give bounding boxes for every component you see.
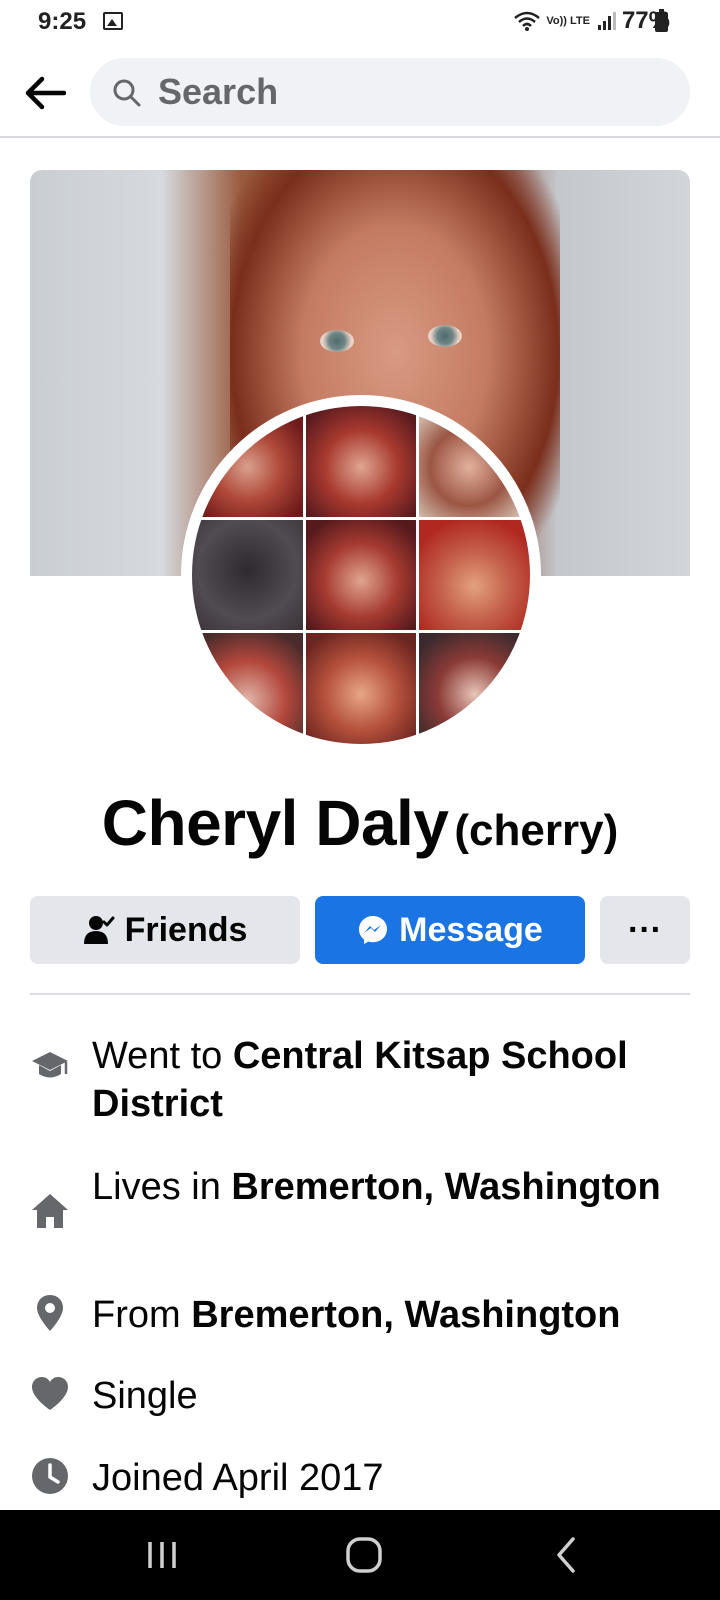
- intro-hometown-place: Bremerton, Washington: [191, 1294, 621, 1336]
- more-options-button[interactable]: ···: [600, 896, 690, 964]
- collage-photo: [419, 633, 530, 744]
- friends-label: Friends: [124, 910, 248, 949]
- heart-icon: [30, 1374, 70, 1414]
- intro-relationship-text: Single: [92, 1372, 692, 1420]
- profile-name: Cheryl Daly (cherry): [0, 786, 720, 860]
- profile-name-main: Cheryl Daly: [101, 787, 449, 859]
- search-input[interactable]: [158, 68, 658, 116]
- search-box[interactable]: [90, 58, 690, 126]
- recent-apps-button[interactable]: [132, 1530, 192, 1580]
- intro-relationship-status: Single: [92, 1375, 198, 1417]
- status-indicators: Vo)) LTE 77%: [514, 6, 670, 36]
- signal-icon: [597, 12, 616, 30]
- collage-photo: [192, 406, 303, 517]
- collage-photo: [192, 633, 303, 744]
- clock-icon: [30, 1456, 70, 1496]
- profile-alternate-name: (cherry): [454, 806, 619, 855]
- message-label: Message: [399, 910, 543, 949]
- intro-joined-date: Joined April 2017: [92, 1457, 384, 1499]
- system-back-button[interactable]: [536, 1530, 596, 1580]
- gallery-notification-icon: [103, 12, 123, 30]
- collage-photo: [419, 406, 530, 517]
- intro-current-city-text: Lives in Bremerton, Washington: [92, 1163, 692, 1211]
- recent-apps-icon: [148, 1542, 176, 1568]
- battery-icon: [655, 9, 668, 32]
- intro-education-text: Went to Central Kitsap School District: [92, 1032, 692, 1128]
- intro-joined-text: Joined April 2017: [92, 1454, 692, 1502]
- collage-photo: [192, 519, 303, 631]
- back-arrow-icon: [25, 76, 66, 110]
- intro-education-prefix: Went to: [92, 1035, 233, 1077]
- intro-current-city-prefix: Lives in: [92, 1166, 232, 1208]
- status-time: 9:25: [38, 8, 87, 35]
- location-pin-icon: [30, 1293, 70, 1333]
- volte-icon: Vo)) LTE: [546, 15, 590, 27]
- cover-eye-left: [320, 330, 354, 352]
- home-button[interactable]: [334, 1530, 394, 1580]
- system-navigation-bar: [0, 1510, 720, 1600]
- graduation-cap-icon: [30, 1046, 70, 1086]
- status-bar: 9:25 Vo)) LTE 77%: [0, 0, 720, 44]
- collage-photo: [305, 633, 417, 744]
- message-button[interactable]: Message: [315, 896, 585, 964]
- collage-photo: [305, 519, 417, 631]
- back-button[interactable]: [20, 68, 70, 118]
- more-options-icon: ···: [628, 910, 662, 949]
- chevron-left-icon: [557, 1537, 575, 1573]
- search-header: [0, 52, 720, 138]
- divider: [30, 993, 690, 995]
- intro-hometown-prefix: From: [92, 1294, 192, 1336]
- friends-button[interactable]: Friends: [30, 896, 300, 964]
- wifi-icon: [514, 11, 541, 31]
- messenger-icon: [359, 916, 388, 944]
- collage-photo: [305, 406, 417, 517]
- collage-photo: [419, 519, 530, 631]
- home-circle-icon: [346, 1537, 382, 1573]
- profile-actions: Friends Message ···: [30, 896, 690, 964]
- friend-check-icon: [83, 916, 115, 944]
- cover-eye-right: [428, 325, 462, 347]
- intro-current-city-place: Bremerton, Washington: [231, 1166, 661, 1208]
- search-icon: [113, 79, 141, 107]
- profile-picture[interactable]: [192, 406, 530, 744]
- home-icon: [30, 1191, 70, 1231]
- intro-hometown-text: From Bremerton, Washington: [92, 1291, 692, 1339]
